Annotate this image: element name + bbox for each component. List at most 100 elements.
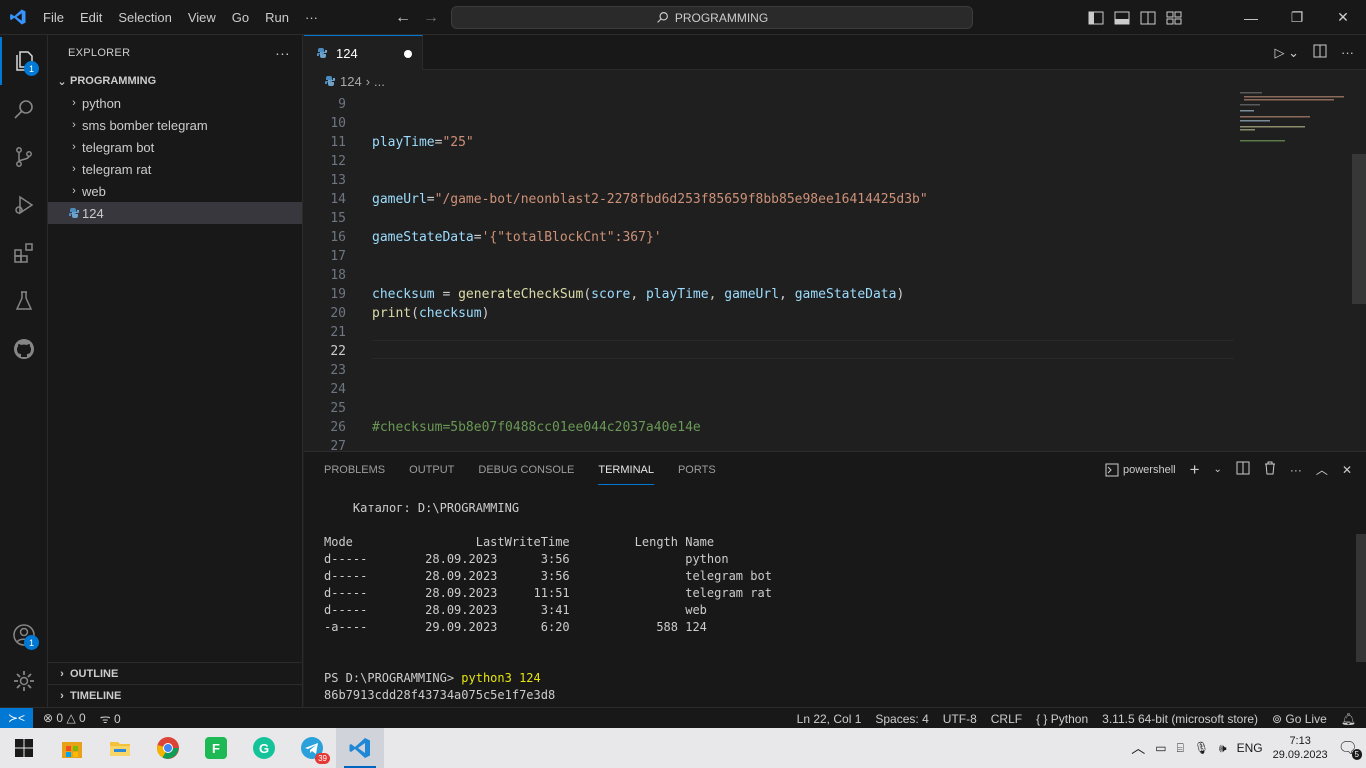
timeline-section[interactable]: › TIMELINE (48, 684, 303, 706)
toggle-panel-icon[interactable] (1114, 11, 1130, 25)
tree-item-python[interactable]: › python (48, 92, 302, 114)
chevron-down-icon[interactable]: ⌄ (1214, 464, 1222, 475)
menu-file[interactable]: File (35, 0, 72, 35)
end-of-line[interactable]: CRLF (991, 712, 1022, 726)
terminal-result: 86b7913cdd28f43734a075c5e1f7e3d8 (324, 688, 556, 702)
tab-output[interactable]: OUTPUT (409, 464, 454, 476)
menu-selection[interactable]: Selection (110, 0, 179, 35)
tree-item-sms-bomber-telegram[interactable]: › sms bomber telegram (48, 114, 302, 136)
split-editor-icon[interactable] (1313, 44, 1327, 61)
toggle-primary-sidebar-icon[interactable] (1088, 11, 1104, 25)
maximize-panel-icon[interactable]: ︿ (1316, 461, 1328, 478)
clock[interactable]: 7:13 29.09.2023 (1273, 734, 1328, 762)
run-debug-icon[interactable] (0, 181, 48, 229)
tab-debug-console[interactable]: DEBUG CONSOLE (478, 464, 574, 476)
ports-status[interactable]: ᯤ 0 (100, 710, 121, 727)
accounts-icon[interactable]: 1 (0, 611, 48, 659)
unsaved-dot-icon[interactable] (404, 50, 412, 58)
minimap[interactable] (1236, 92, 1356, 152)
breadcrumb-file[interactable]: 124 (340, 74, 362, 89)
python-interpreter[interactable]: 3.11.5 64-bit (microsoft store) (1102, 712, 1258, 726)
f-app-icon[interactable]: F (192, 728, 240, 768)
grammarly-icon[interactable]: G (240, 728, 288, 768)
split-terminal-icon[interactable] (1236, 461, 1250, 478)
bell-icon[interactable]: 🔔︎ (1341, 712, 1356, 726)
tree-item-label: python (82, 95, 122, 111)
vscode-taskbar-icon[interactable] (336, 728, 384, 768)
terminal-output[interactable]: Каталог: D:\PROGRAMMING Mode LastWriteTi… (324, 500, 772, 704)
bottom-panel: PROBLEMS OUTPUT DEBUG CONSOLE TERMINAL P… (304, 451, 1366, 707)
toggle-secondary-sidebar-icon[interactable] (1140, 11, 1156, 25)
breadcrumb-symbol[interactable]: ... (374, 74, 385, 89)
testing-flask-icon[interactable] (0, 277, 48, 325)
timeline-label: TIMELINE (70, 689, 122, 702)
tab-terminal[interactable]: TERMINAL (598, 454, 654, 485)
customize-layout-icon[interactable] (1166, 11, 1182, 25)
tab-124[interactable]: 124 (304, 35, 423, 70)
microphone-icon[interactable]: 🎙︎ (1194, 741, 1209, 755)
new-terminal-plus-icon[interactable]: + (1190, 460, 1200, 480)
search-icon[interactable] (0, 85, 48, 133)
close-panel-icon[interactable]: ✕ (1342, 463, 1352, 477)
extensions-icon[interactable] (0, 229, 48, 277)
notifications-icon[interactable]: 🗨︎ 5 (1338, 738, 1362, 760)
indentation[interactable]: Spaces: 4 (875, 712, 928, 726)
telegram-icon[interactable]: 39 (288, 728, 336, 768)
back-arrow-icon[interactable]: ← (395, 9, 411, 27)
python-file-icon (324, 76, 336, 86)
language-mode[interactable]: { } Python (1036, 712, 1088, 726)
explorer-icon[interactable]: 1 (0, 37, 48, 85)
run-python-file-icon[interactable]: ▷ ⌄ (1274, 45, 1299, 61)
command-center-search[interactable]: PROGRAMMING (451, 6, 973, 29)
cursor-position[interactable]: Ln 22, Col 1 (797, 712, 862, 726)
remote-window-icon[interactable]: ≻< (0, 707, 33, 729)
explorer-more-button[interactable]: ··· (275, 45, 290, 61)
close-button[interactable]: ✕ (1320, 0, 1366, 35)
tab-problems[interactable]: PROBLEMS (324, 464, 385, 476)
problems-status[interactable]: ⊗ 0 △ 0 (43, 711, 86, 725)
menu-go[interactable]: Go (224, 0, 257, 35)
restore-button[interactable]: ❐ (1274, 0, 1320, 35)
file-explorer-icon[interactable] (96, 728, 144, 768)
tree-item-label: telegram bot (82, 139, 155, 155)
chrome-icon[interactable] (144, 728, 192, 768)
more-actions-icon[interactable]: ··· (1290, 463, 1302, 477)
tree-item-web[interactable]: › web (48, 180, 302, 202)
battery-icon[interactable]: ▭ (1155, 741, 1166, 755)
tree-item-124[interactable]: 124 (48, 202, 302, 224)
terminal-line: Mode LastWriteTime Length Name (324, 535, 715, 549)
tab-ports[interactable]: PORTS (678, 464, 716, 476)
network-icon[interactable]: ⌸ (1177, 741, 1184, 756)
forward-arrow-icon[interactable]: → (423, 9, 439, 27)
go-live-button[interactable]: ⊚ Go Live (1272, 712, 1327, 726)
volume-icon[interactable]: 🕪︎ (1219, 741, 1227, 756)
language-indicator[interactable]: ENG (1237, 741, 1263, 755)
microsoft-store-icon[interactable] (48, 728, 96, 768)
terminal-scrollbar[interactable] (1356, 534, 1366, 662)
file-encoding[interactable]: UTF-8 (943, 712, 977, 726)
source-control-icon[interactable] (0, 133, 48, 181)
minimize-button[interactable]: — (1228, 0, 1274, 35)
menu-view[interactable]: View (180, 0, 224, 35)
outline-section[interactable]: › OUTLINE (48, 662, 303, 684)
tree-item-telegram-bot[interactable]: › telegram bot (48, 136, 302, 158)
code-editor[interactable]: 9 10 11 playTime="25" 12 13 14 gameUrl="/g… (304, 92, 1366, 450)
outline-label: OUTLINE (70, 667, 119, 680)
more-actions-icon[interactable]: ··· (1341, 45, 1354, 60)
workspace-root-folder[interactable]: ⌄ PROGRAMMING (48, 70, 302, 92)
code-line: 15 (330, 211, 346, 226)
gear-icon[interactable] (0, 657, 48, 705)
tree-item-telegram-rat[interactable]: › telegram rat (48, 158, 302, 180)
start-button-windows-icon[interactable] (0, 728, 48, 768)
accounts-badge: 1 (24, 635, 39, 650)
terminal-shell-selector[interactable]: powershell (1105, 463, 1176, 477)
code-line: 24 (330, 382, 346, 397)
code-text: gameStateData='{"totalBlockCnt":367}' (372, 230, 662, 245)
trash-icon[interactable] (1264, 461, 1276, 478)
menu-more[interactable]: ··· (297, 0, 326, 35)
menu-run[interactable]: Run (257, 0, 297, 35)
editor-scrollbar[interactable] (1352, 154, 1366, 304)
menu-edit[interactable]: Edit (72, 0, 110, 35)
chevron-up-icon[interactable]: ︿ (1131, 738, 1145, 758)
github-icon[interactable] (0, 325, 48, 373)
